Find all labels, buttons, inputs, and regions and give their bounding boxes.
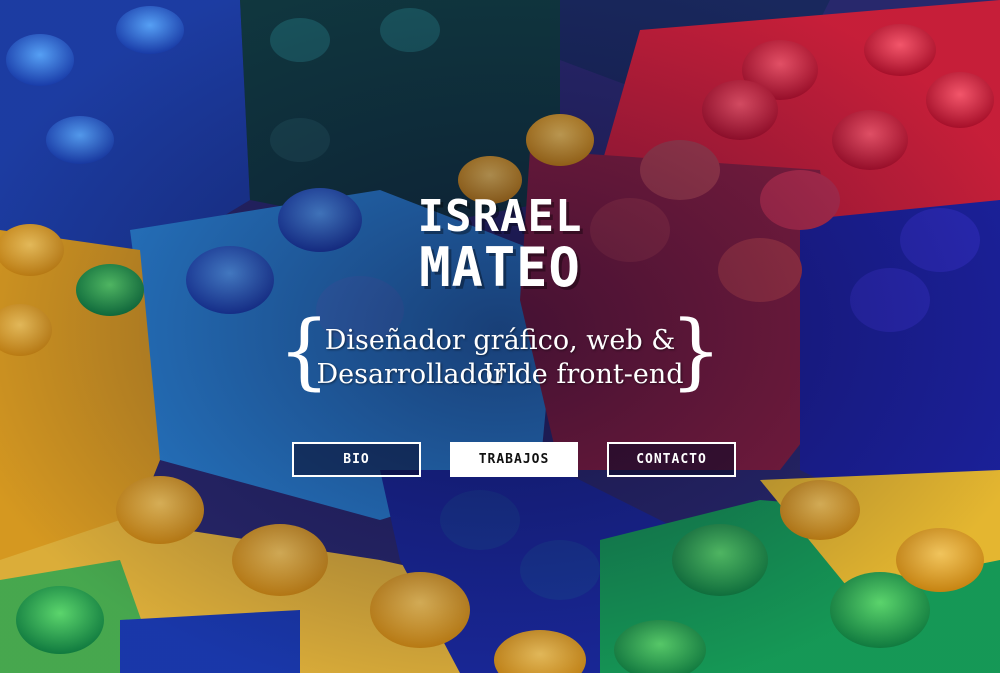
- name-line-1: ISRAEL: [417, 191, 583, 242]
- trabajos-button[interactable]: TRABAJOS: [450, 442, 578, 477]
- bio-button[interactable]: BIO: [292, 442, 421, 477]
- contacto-button[interactable]: CONTACTO: [607, 442, 736, 477]
- tagline: { Diseñador gráfico, web & UI Desarrolla…: [278, 306, 722, 400]
- name-line-2: MATEO: [419, 236, 581, 300]
- hero-section: ISRAEL MATEO { Diseñador gráfico, web & …: [0, 0, 1000, 673]
- tagline-line-2: Desarrollador de front-end: [316, 359, 684, 390]
- tagline-close-brace: }: [669, 304, 722, 399]
- hero-content: ISRAEL MATEO { Diseñador gráfico, web & …: [0, 0, 1000, 673]
